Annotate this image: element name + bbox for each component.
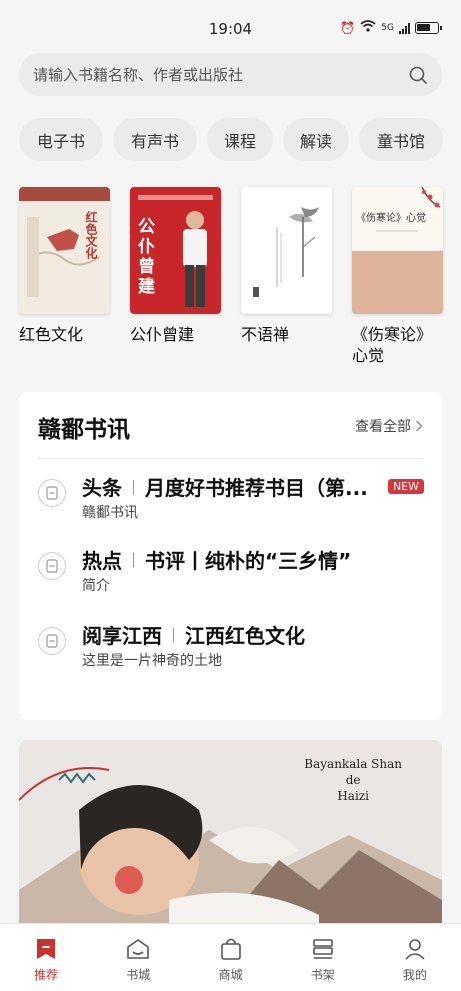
bottom-tab-bar: 推荐 书城 商城 书架 我的: [0, 923, 461, 991]
status-bar: 19:04 ⏰ 5G: [0, 0, 461, 58]
book-card[interactable]: 不语禅: [241, 187, 332, 366]
chip-ebook[interactable]: 电子书: [19, 118, 103, 161]
chip-interpretation[interactable]: 解读: [283, 118, 349, 161]
book-card[interactable]: 《伤寒论》心觉 《伤寒论》心觉: [352, 187, 443, 366]
news-section-title: 赣鄱书讯: [38, 416, 130, 443]
chip-children-books[interactable]: 童书馆: [359, 118, 443, 161]
book-cover[interactable]: 公仆曾建: [130, 187, 221, 314]
book-title: 不语禅: [241, 325, 290, 344]
tab-label: 书城: [126, 968, 151, 982]
banner-caption: Bayankala Shan de Haizi: [304, 756, 402, 804]
bookshelf-icon: [312, 939, 333, 959]
news-item[interactable]: 热点 书评丨纯朴的“三乡情” 简介: [38, 545, 424, 605]
tab-mine[interactable]: 我的: [369, 924, 461, 991]
cover-art-tree: [253, 207, 319, 297]
cover-title: 红色文化: [84, 211, 98, 259]
news-title: 月度好书推荐书目（第...: [145, 476, 368, 500]
search-bar[interactable]: 请输入书籍名称、作者或出版社: [19, 53, 442, 96]
search-icon[interactable]: [408, 65, 428, 85]
tab-label: 书架: [310, 968, 335, 982]
wifi-icon: [360, 20, 376, 35]
tab-bookshelf[interactable]: 书架: [277, 924, 369, 991]
profile-icon: [405, 939, 425, 960]
book-title: 红色文化: [19, 325, 84, 344]
news-item[interactable]: 头条 月度好书推荐书目（第... NEW 赣鄱书讯: [38, 472, 424, 532]
recommended-books: 红色文化 红色文化 公仆曾建 公仆曾建 不语禅 《伤寒论》心觉 《伤寒论》心觉: [19, 187, 443, 366]
tab-bookstore[interactable]: 书城: [92, 924, 184, 991]
document-icon: [38, 627, 66, 655]
banner-caption-line: de: [345, 773, 361, 787]
news-card: 赣鄱书讯 查看全部 头条 月度好书推荐书目（第... NEW 赣鄱书讯 热点 书…: [19, 392, 442, 720]
news-subtitle: 这里是一片神奇的土地: [82, 653, 222, 669]
document-icon: [38, 479, 66, 507]
chevron-right-icon: [416, 420, 423, 432]
book-title: 《伤寒论》心觉: [352, 325, 433, 365]
alarm-icon: ⏰: [340, 20, 356, 35]
network-type-label: 5G: [381, 22, 394, 33]
view-all-label: 查看全部: [355, 419, 411, 435]
tab-recommend[interactable]: 推荐: [0, 924, 92, 991]
news-item[interactable]: 阅享江西 江西红色文化 这里是一片神奇的土地: [38, 620, 424, 680]
separator: [133, 552, 134, 567]
new-badge: NEW: [387, 479, 424, 494]
tab-label: 我的: [402, 968, 427, 982]
divider: [38, 458, 423, 459]
book-card[interactable]: 公仆曾建 公仆曾建: [130, 187, 221, 366]
news-category: 头条: [82, 476, 122, 500]
book-card[interactable]: 红色文化 红色文化: [19, 187, 110, 366]
book-cover[interactable]: [241, 187, 332, 314]
category-chips: 电子书 有声书 课程 解读 童书馆: [19, 118, 443, 161]
shopping-bag-icon: [220, 938, 241, 960]
status-icons: ⏰ 5G: [340, 20, 442, 35]
tab-mall[interactable]: 商城: [184, 924, 276, 991]
separator: [173, 627, 174, 642]
news-headline: 头条 月度好书推荐书目（第... NEW: [82, 472, 424, 501]
tab-label: 商城: [218, 968, 243, 982]
cover-portrait: [183, 211, 207, 307]
bookstore-icon: [127, 939, 150, 959]
book-cover[interactable]: 红色文化: [19, 187, 110, 314]
news-title: 书评丨纯朴的“三乡情”: [145, 549, 352, 573]
signal-icon: [399, 22, 410, 34]
news-headline: 阅享江西 江西红色文化: [82, 620, 424, 649]
news-subtitle: 赣鄱书讯: [82, 505, 138, 521]
news-subtitle: 简介: [82, 578, 110, 594]
document-icon: [38, 552, 66, 580]
search-input[interactable]: 请输入书籍名称、作者或出版社: [33, 64, 408, 85]
news-headline: 热点 书评丨纯朴的“三乡情”: [82, 545, 424, 574]
separator: [133, 479, 134, 494]
view-all-link[interactable]: 查看全部: [355, 416, 423, 436]
cover-art-plum-blossom: [376, 187, 441, 232]
tab-label: 推荐: [34, 968, 59, 982]
news-category: 热点: [82, 549, 122, 573]
banner-caption-line: Haizi: [337, 789, 369, 803]
chip-audiobook[interactable]: 有声书: [113, 118, 197, 161]
battery-icon: [415, 21, 442, 34]
banner-caption-line: Bayankala Shan: [304, 757, 402, 771]
book-title: 公仆曾建: [130, 325, 195, 344]
book-cover[interactable]: 《伤寒论》心觉: [352, 187, 443, 314]
news-category: 阅享江西: [82, 624, 162, 648]
recommend-icon: [37, 939, 56, 959]
chip-course[interactable]: 课程: [207, 118, 273, 161]
promo-banner[interactable]: Bayankala Shan de Haizi: [19, 740, 442, 930]
news-title: 江西红色文化: [185, 624, 305, 648]
